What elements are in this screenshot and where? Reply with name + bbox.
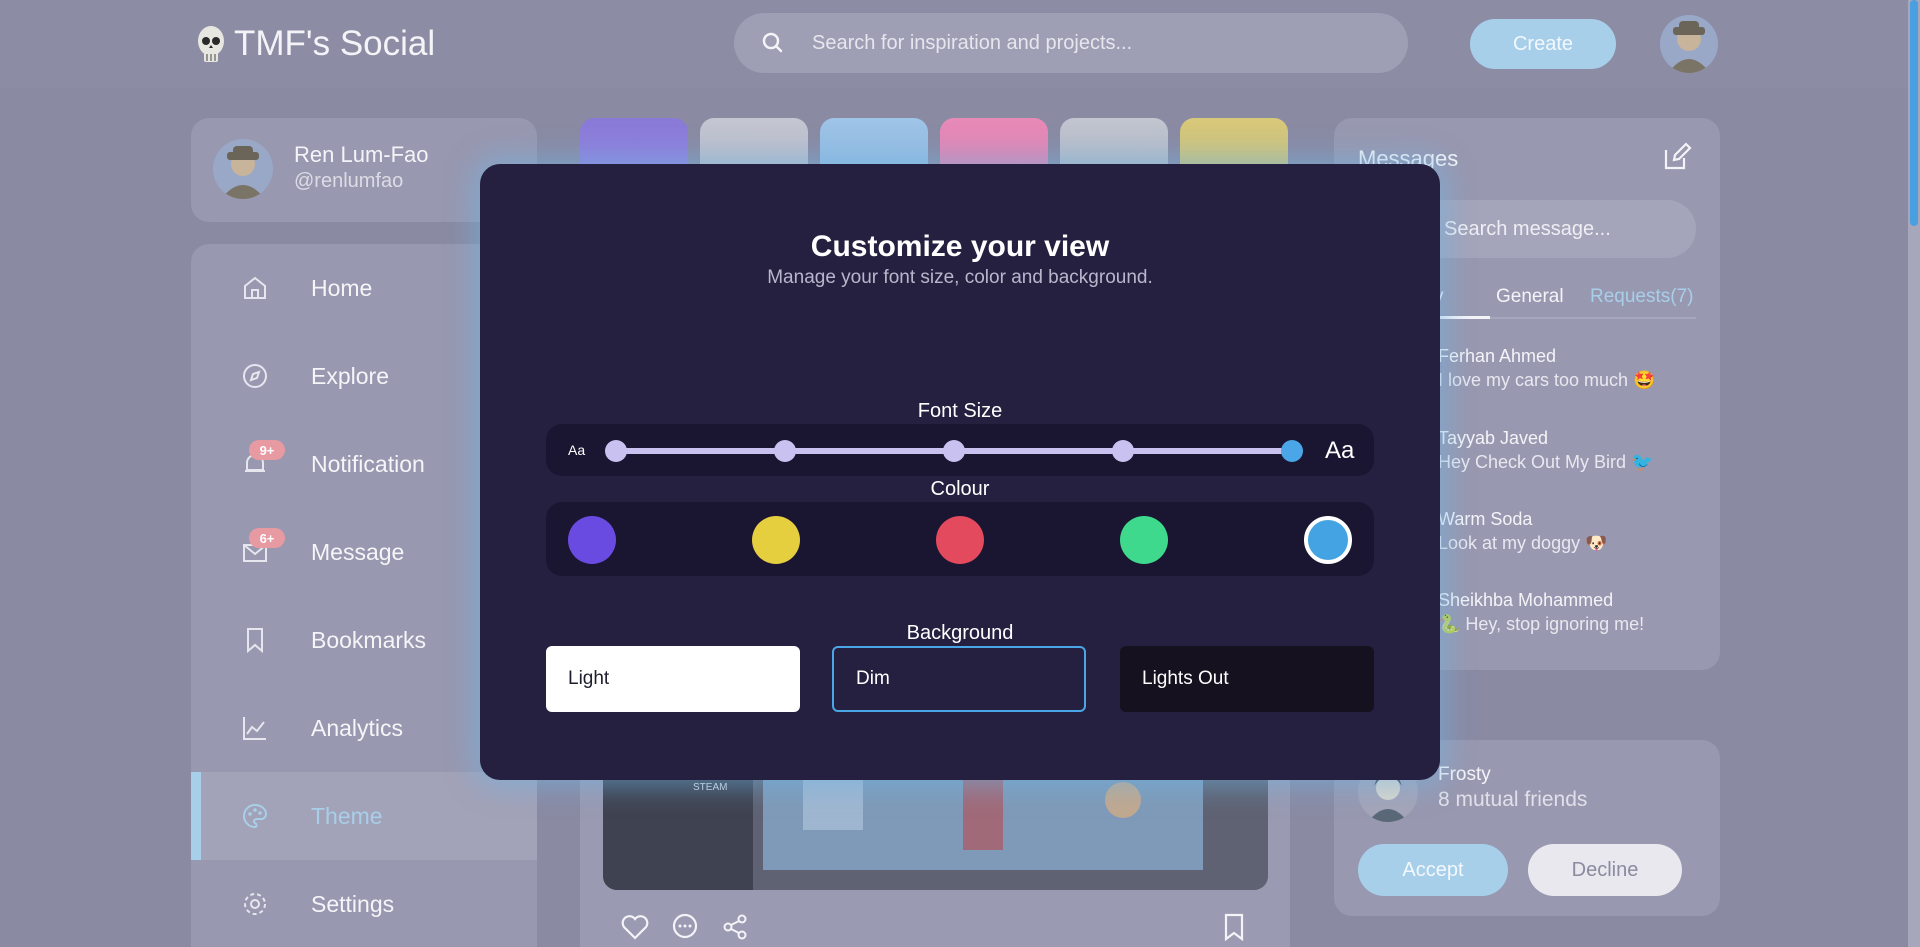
profile-handle: @renlumfao [294,170,404,192]
message-sender: Warm Soda [1438,509,1533,529]
font-size-step-4[interactable] [1112,440,1134,462]
sidebar-item-label: Message [311,538,405,565]
comment-icon[interactable] [670,912,700,942]
bookmark-icon [247,628,263,654]
sidebar-item-label: Bookmarks [311,626,427,653]
user-avatar-icon [213,139,273,199]
user-avatar-icon [1660,15,1718,73]
message-sender: Ferhan Ahmed [1438,346,1557,366]
font-small-label: Aa [568,442,586,458]
notification-badge: 9+ [249,440,285,460]
message-sender: Tayyab Javed [1438,428,1549,448]
tab-requests[interactable]: Requests(7) [1590,286,1694,308]
customize-modal: Customize your view Manage your font siz… [480,164,1440,780]
mutual-friends: 8 mutual friends [1438,788,1588,811]
font-size-step-2[interactable] [774,440,796,462]
font-size-step-5[interactable] [1281,440,1303,462]
sidebar-item-settings[interactable]: Settings [191,860,537,947]
profile-name: Ren Lum-Fao [294,142,429,167]
message-search-placeholder: Search message... [1444,218,1611,240]
sidebar-item-theme[interactable]: Theme [191,772,537,860]
gear-icon [244,893,266,915]
colour-swatch-green[interactable] [1120,516,1168,564]
bookmark-icon[interactable] [1220,912,1248,942]
sidebar-item-label: Notification [311,450,425,477]
compass-icon [243,364,267,388]
edit-icon[interactable] [1662,142,1692,172]
chart-line-icon [243,717,266,740]
font-size-label: Font Size [917,400,1003,422]
colour-swatch-purple[interactable] [568,516,616,564]
heart-icon[interactable] [620,912,650,942]
search-placeholder: Search for inspiration and projects... [812,31,1133,54]
colour-label: Colour [930,478,990,500]
background-label: Background [906,622,1014,644]
request-name: Frosty [1438,764,1491,785]
accept-button[interactable]: Accept [1358,844,1508,896]
sidebar-item-label: Home [311,274,373,301]
top-nav: TMF's Social Search for inspiration and … [0,0,1908,88]
sidebar-item-label: Analytics [311,714,404,741]
font-size-step-3[interactable] [943,440,965,462]
post-actions [620,912,750,942]
sidebar-item-label: Explore [311,362,389,389]
colour-swatch-red[interactable] [936,516,984,564]
background-light-option[interactable]: Light [546,646,800,712]
avatar[interactable] [1660,15,1718,73]
message-preview: Look at my doggy 🐶 [1438,533,1608,553]
colour-swatch-yellow[interactable] [752,516,800,564]
background-dim-option[interactable]: Dim [832,646,1086,712]
skull-icon [198,26,224,62]
scrollbar-thumb[interactable] [1910,0,1918,226]
sidebar-item-label: Theme [311,802,383,829]
font-large-label: Aa [1325,437,1355,464]
home-icon [244,276,266,299]
share-icon[interactable] [720,912,750,942]
avatar [213,139,273,199]
search-input[interactable]: Search for inspiration and projects... [734,13,1408,73]
search-icon [762,32,783,53]
create-button[interactable]: Create [1470,19,1616,69]
palette-icon [243,803,267,829]
background-lights-out-option[interactable]: Lights Out [1120,646,1374,712]
message-badge: 6+ [249,528,285,548]
modal-title: Customize your view [810,230,1110,263]
brand-name: TMF's Social [234,24,436,63]
steam-label: STEAM [693,782,727,793]
colour-swatch-blue[interactable] [1304,516,1352,564]
message-sender: Sheikhba Mohammed [1438,590,1614,610]
brand-logo[interactable]: TMF's Social [196,24,435,64]
tab-general[interactable]: General [1496,286,1564,308]
font-size-step-1[interactable] [605,440,627,462]
message-preview: Hey Check Out My Bird 🐦 [1438,452,1654,472]
modal-subtitle: Manage your font size, color and backgro… [767,267,1153,288]
message-preview: 🐍 Hey, stop ignoring me! [1438,614,1645,634]
message-preview: I love my cars too much 🤩 [1438,370,1656,390]
sidebar-item-label: Settings [311,890,395,917]
decline-button[interactable]: Decline [1528,844,1682,896]
